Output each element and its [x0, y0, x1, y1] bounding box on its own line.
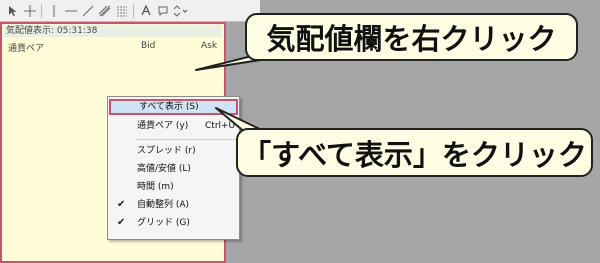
callout-right-click: 気配値欄を右クリック [245, 13, 578, 61]
callout-show-all: 「すべて表示」をクリック [236, 128, 593, 177]
